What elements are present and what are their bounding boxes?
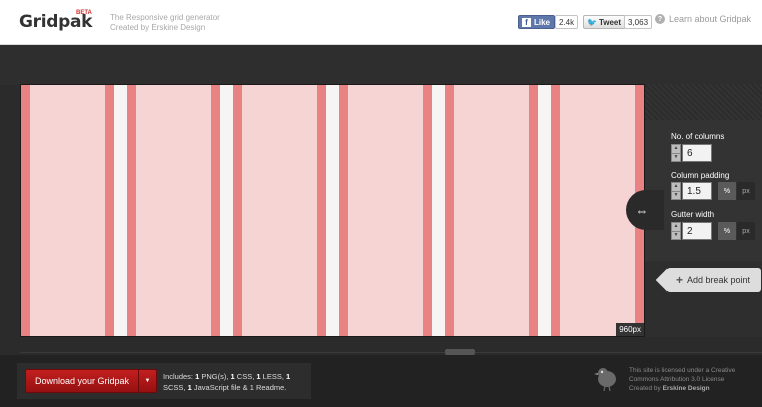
increment-icon[interactable]: ▲ [672, 145, 680, 154]
facebook-like-button[interactable]: f Like [518, 15, 556, 29]
facebook-icon: f [522, 17, 531, 27]
header: Gridpak BETA The Responsive grid generat… [0, 0, 762, 45]
tweet-count: 3,063 [624, 15, 653, 29]
count-scss: 1 [286, 372, 291, 381]
label-less: LESS, [260, 372, 286, 381]
gutter-unit-percent[interactable]: % [718, 222, 736, 240]
top-band [0, 45, 762, 85]
plus-icon: + [676, 273, 684, 287]
facebook-like-label: Like [534, 17, 551, 27]
grid-column-content [136, 85, 211, 336]
tagline-line2: Created by Erskine Design [110, 23, 206, 32]
decrement-icon[interactable]: ▼ [672, 154, 680, 162]
bird-mascot-icon [594, 368, 616, 392]
increment-icon[interactable]: ▲ [672, 183, 680, 192]
grid-column [444, 85, 539, 336]
tweet-button[interactable]: 🐦 Tweet [583, 15, 627, 29]
grid-column [126, 85, 221, 336]
gutter-label: Gutter width [671, 210, 715, 219]
license-author[interactable]: Erskine Design [663, 385, 710, 392]
grid-column-content [348, 85, 423, 336]
includes-prefix: Includes: [163, 372, 196, 381]
label-png: PNG(s), [199, 372, 231, 381]
grid-column-content [30, 85, 106, 336]
license-line3: Created by Erskine Design [629, 384, 759, 393]
license-text: This site is licensed under a Creative C… [629, 366, 759, 393]
grid-column [232, 85, 327, 336]
grid-width-label: 960px [616, 323, 644, 336]
question-icon: ? [655, 14, 665, 24]
gutter-input[interactable]: 2 [682, 222, 712, 240]
grid-column-content [559, 85, 635, 336]
facebook-like-count: 2.4k [555, 15, 579, 29]
columns-stepper[interactable]: ▲ ▼ [671, 144, 681, 162]
label-js: JavaScript file & 1 Readme. [191, 383, 287, 392]
tagline-line1: The Responsive grid generator [110, 13, 220, 22]
beta-badge: BETA [76, 10, 92, 16]
padding-label: Column padding [671, 171, 730, 180]
download-label: Download your Gridpak [35, 376, 130, 386]
decrement-icon[interactable]: ▼ [672, 192, 680, 200]
columns-input[interactable]: 6 [682, 144, 712, 162]
grid-preview[interactable]: 960px [20, 84, 645, 337]
license-line2: Commons Attribution 3.0 License [629, 376, 725, 383]
learn-about-label: Learn about Gridpak [669, 14, 752, 24]
columns-label: No. of columns [671, 132, 725, 141]
gutter-stepper[interactable]: ▲ ▼ [671, 222, 681, 240]
add-breakpoint-button[interactable]: + Add break point [667, 268, 761, 292]
license-line1: This site is licensed under a Creative [629, 367, 736, 374]
grid-column-content [453, 85, 529, 336]
increment-icon[interactable]: ▲ [672, 223, 680, 232]
learn-about-link[interactable]: ? Learn about Gridpak [655, 14, 751, 24]
grid-column-content [242, 85, 317, 336]
panel-header-strip [645, 84, 762, 120]
scroll-track [20, 352, 762, 353]
chevron-down-icon[interactable]: ▼ [138, 370, 156, 392]
padding-unit-percent[interactable]: % [718, 182, 736, 200]
label-scss: SCSS, [163, 383, 188, 392]
label-css: CSS, [234, 372, 257, 381]
grid-column [21, 85, 115, 336]
add-breakpoint-label: Add break point [687, 275, 751, 285]
tagline: The Responsive grid generator Created by… [110, 13, 220, 33]
grid-column [338, 85, 433, 336]
resize-horizontal-icon[interactable]: ⇔ [626, 190, 664, 230]
includes-text: Includes: 1 PNG(s), 1 CSS, 1 LESS, 1 SCS… [163, 371, 303, 393]
download-button[interactable]: Download your Gridpak ▼ [25, 369, 157, 393]
padding-stepper[interactable]: ▲ ▼ [671, 182, 681, 200]
license-created-by: Created by [629, 385, 663, 392]
tweet-label: Tweet [598, 17, 622, 27]
gutter-unit-px[interactable]: px [737, 222, 755, 240]
twitter-icon: 🐦 [587, 17, 597, 27]
padding-unit-px[interactable]: px [737, 182, 755, 200]
decrement-icon[interactable]: ▼ [672, 232, 680, 240]
padding-input[interactable]: 1.5 [682, 182, 712, 200]
